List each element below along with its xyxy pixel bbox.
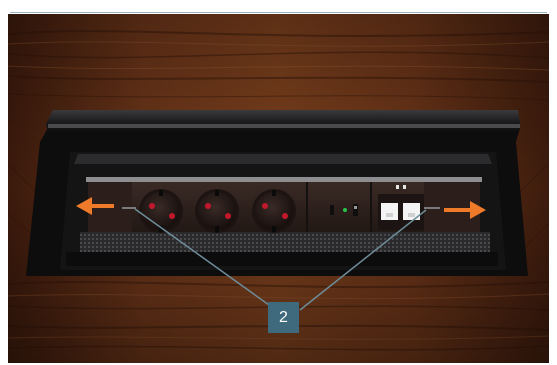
- status-led: [343, 208, 347, 212]
- ventilation-grille: [80, 232, 490, 254]
- lid-edge: [46, 110, 520, 134]
- power-socket-2: [195, 189, 239, 233]
- top-rail: [86, 177, 482, 182]
- power-socket-1: [139, 189, 183, 233]
- power-socket-3: [252, 189, 296, 233]
- image-frame: 2: [0, 0, 557, 365]
- top-rule: [10, 12, 547, 13]
- callout-badge: 2: [268, 302, 299, 333]
